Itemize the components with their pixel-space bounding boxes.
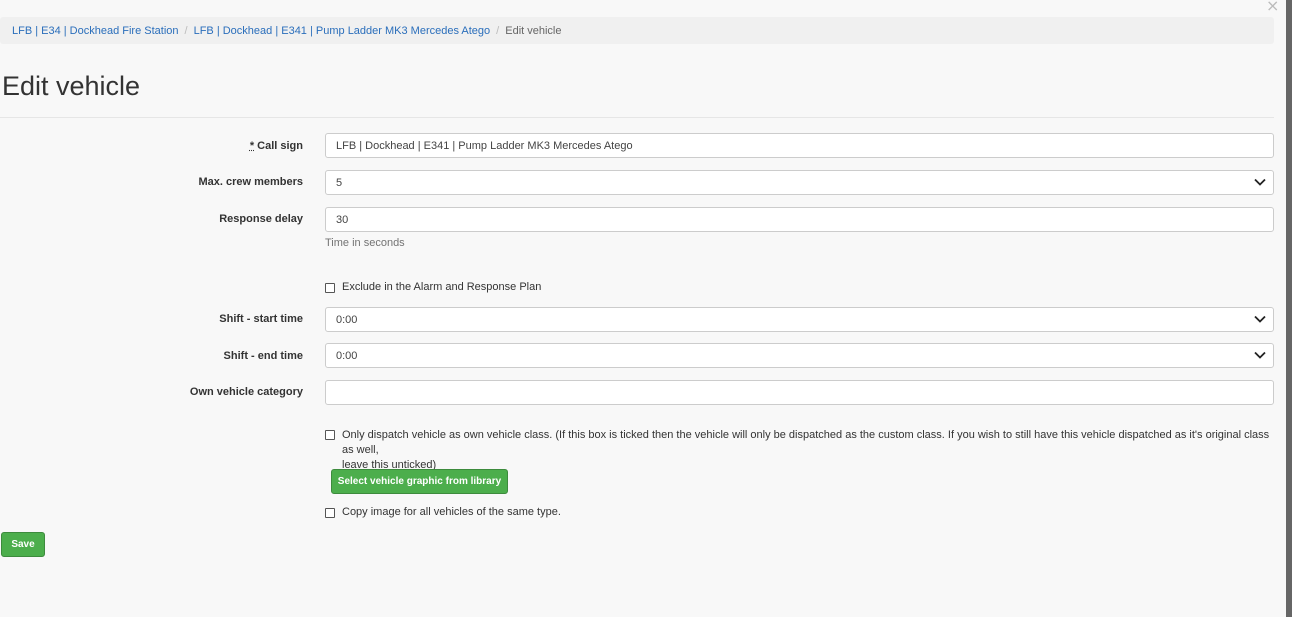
chevron-down-icon [1254,178,1266,186]
exclude-alarm-plan-option[interactable]: Exclude in the Alarm and Response Plan [325,281,541,293]
breadcrumb: LFB | E34 | Dockhead Fire Station / LFB … [0,17,1274,44]
required-mark: * [249,140,255,152]
chevron-down-icon [1254,315,1266,323]
breadcrumb-separator: / [496,24,500,37]
response-delay-input[interactable]: 30 [325,207,1274,232]
title-divider [0,117,1274,118]
close-icon[interactable]: × [1266,0,1279,15]
window-edge [1286,0,1292,617]
page-title: Edit vehicle [2,71,141,101]
response-delay-help: Time in seconds [325,237,405,249]
only-dispatch-option[interactable]: Only dispatch vehicle as own vehicle cla… [325,428,1274,473]
own-category-label: Own vehicle category [189,386,303,398]
chevron-down-icon [1254,351,1266,359]
save-button[interactable]: Save [1,532,45,557]
select-vehicle-graphic-button[interactable]: Select vehicle graphic from library [331,469,508,494]
breadcrumb-link-station[interactable]: LFB | E34 | Dockhead Fire Station [12,25,179,37]
max-crew-select[interactable]: 5 [325,170,1274,195]
call-sign-input[interactable]: LFB | Dockhead | E341 | Pump Ladder MK3 … [325,133,1274,158]
copy-image-option[interactable]: Copy image for all vehicles of the same … [325,506,561,518]
call-sign-label: * Call sign [249,140,303,152]
max-crew-label: Max. crew members [198,176,303,188]
own-category-input[interactable] [325,380,1274,405]
breadcrumb-link-vehicle[interactable]: LFB | Dockhead | E341 | Pump Ladder MK3 … [194,25,491,37]
exclude-alarm-plan-checkbox[interactable] [325,283,335,293]
shift-end-select[interactable]: 0:00 [325,343,1274,368]
response-delay-label: Response delay [219,213,303,225]
only-dispatch-checkbox[interactable] [325,430,335,440]
copy-image-checkbox[interactable] [325,508,335,518]
breadcrumb-separator: / [184,24,188,37]
shift-start-label: Shift - start time [219,313,303,325]
only-dispatch-label: Only dispatch vehicle as own vehicle cla… [342,429,1270,456]
breadcrumb-current: Edit vehicle [505,24,562,37]
shift-end-label: Shift - end time [223,350,303,362]
shift-start-select[interactable]: 0:00 [325,307,1274,332]
